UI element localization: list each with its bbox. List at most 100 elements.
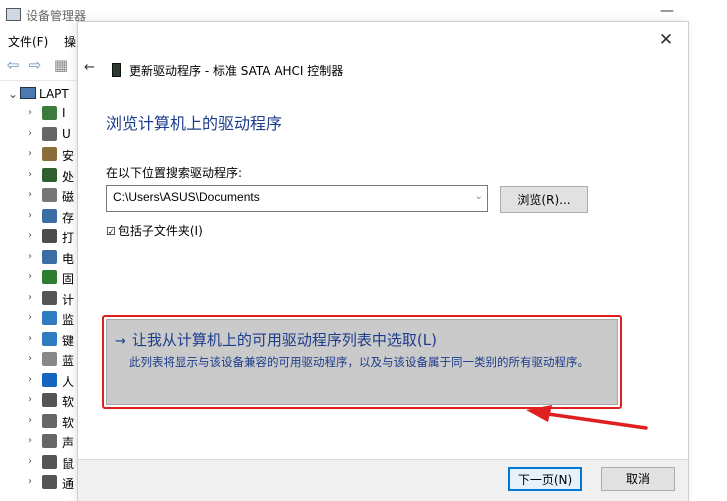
page-title: 浏览计算机上的驱动程序 (106, 114, 283, 133)
device-category-icon (42, 311, 57, 325)
driver-path-field[interactable]: ⌄ (106, 185, 488, 212)
back-arrow-icon[interactable]: ⇦ (4, 57, 22, 73)
tree-item[interactable]: › 固 (28, 268, 80, 288)
device-category-icon (42, 413, 57, 428)
tree-item[interactable]: › 计 (28, 289, 80, 309)
chevron-right-icon[interactable]: › (28, 271, 32, 282)
chevron-right-icon[interactable]: › (28, 415, 32, 426)
chevron-right-icon[interactable]: › (28, 476, 32, 487)
tree-item[interactable]: › 磁 (28, 186, 80, 206)
tree-item[interactable]: › U (28, 125, 80, 145)
driver-path-input[interactable] (111, 189, 465, 205)
menu-action[interactable]: 操 (64, 33, 76, 50)
next-button[interactable]: 下一页(N) (508, 467, 582, 491)
tree-root[interactable]: ⌄ LAPT (8, 87, 69, 101)
device-category-icon (42, 229, 57, 243)
tree-item-label: 声 (62, 436, 75, 450)
tree-item-label: 人 (62, 374, 75, 389)
tree-item[interactable]: › 软 (28, 391, 80, 411)
device-category-icon (42, 126, 57, 141)
pick-from-list-title-text: 让我从计算机上的可用驱动程序列表中选取(L) (131, 331, 437, 349)
device-manager-menubar: 文件(F) 操 (0, 30, 80, 52)
tree-item[interactable]: › 软 (28, 412, 80, 432)
tree-item-label: I (62, 106, 66, 120)
pick-from-list-description: 此列表将显示与该设备兼容的可用驱动程序，以及与该设备属于同一类别的所有驱动程序。 (129, 355, 589, 369)
menu-file[interactable]: 文件(F) (8, 33, 48, 50)
device-category-icon (42, 434, 57, 448)
device-manager-icon (6, 8, 21, 21)
tree-item[interactable]: › 安 (28, 145, 80, 165)
chevron-right-icon[interactable]: › (28, 353, 32, 364)
tree-item[interactable]: › 蓝 (28, 350, 80, 370)
toolbar-view-icon[interactable]: ▦ (52, 57, 70, 73)
annotation-arrow-icon (526, 405, 648, 430)
chevron-down-icon[interactable]: ⌄ (8, 87, 20, 101)
checkbox-checked-icon[interactable]: ☑ (106, 225, 116, 238)
tree-item[interactable]: › 声 (28, 432, 80, 452)
chevron-right-icon[interactable]: › (28, 333, 32, 344)
tree-item-label: 处 (62, 169, 75, 184)
chevron-right-icon[interactable]: › (28, 292, 32, 303)
pick-from-list-title[interactable]: → 让我从计算机上的可用驱动程序列表中选取(L) (115, 329, 437, 350)
tree-item[interactable]: › I (28, 104, 80, 124)
dialog-footer: 下一页(N) 取消 (78, 459, 688, 501)
search-location-label: 在以下位置搜索驱动程序: (106, 166, 243, 180)
device-manager-toolbar: ⇦ ⇨ ▦ (0, 53, 80, 81)
tree-item[interactable]: › 存 (28, 207, 80, 227)
tree-item-label: 软 (62, 395, 75, 409)
device-category-icon (42, 372, 57, 387)
tree-item[interactable]: › 打 (28, 227, 80, 247)
device-category-icon (42, 454, 57, 469)
include-subfolders-checkbox[interactable]: ☑ 包括子文件夹(I) (106, 222, 203, 239)
tree-item-label: U (62, 126, 71, 141)
device-category-icon (42, 188, 57, 202)
chevron-right-icon[interactable]: › (28, 394, 32, 405)
tree-item[interactable]: › 鼠 (28, 453, 80, 473)
tree-root-label: LAPT (39, 87, 69, 101)
chevron-right-icon[interactable]: › (28, 210, 32, 221)
device-category-icon (42, 270, 57, 284)
close-icon[interactable]: ✕ (654, 28, 678, 52)
chevron-right-icon[interactable]: › (28, 230, 32, 241)
chevron-right-icon[interactable]: › (28, 189, 32, 200)
tree-item-label: 电 (62, 251, 75, 266)
device-category-icon (42, 475, 57, 489)
chevron-down-icon[interactable]: ⌄ (475, 191, 483, 202)
device-category-icon (42, 393, 57, 407)
tree-item[interactable]: › 键 (28, 330, 80, 350)
device-category-icon (42, 147, 57, 161)
chevron-right-icon[interactable]: › (28, 169, 32, 180)
computer-icon (20, 87, 36, 99)
tree-item-label: 鼠 (62, 456, 75, 471)
dialog-title: 更新驱动程序 - 标准 SATA AHCI 控制器 (112, 62, 343, 79)
forward-arrow-icon[interactable]: ⇨ (26, 57, 44, 73)
chevron-right-icon[interactable]: › (28, 251, 32, 262)
minimize-icon[interactable]: — (660, 3, 674, 19)
chevron-right-icon[interactable]: › (28, 148, 32, 159)
tree-item-label: 监 (62, 313, 75, 327)
device-category-icon (42, 106, 57, 120)
cancel-button[interactable]: 取消 (601, 467, 675, 491)
tree-item[interactable]: › 电 (28, 248, 80, 268)
chevron-right-icon[interactable]: › (28, 374, 32, 385)
tree-item[interactable]: › 通 (28, 473, 80, 493)
chevron-right-icon[interactable]: › (28, 107, 32, 118)
device-tree: ⌄ LAPT › I › U › 安 › 处 › 磁 › 存 › 打 › 电 › 固 › 计 › 监 › 键 › 蓝 › 人 › 软 › 软 › 声… (0, 82, 80, 500)
back-arrow-icon[interactable]: ← (84, 60, 95, 75)
pick-from-list-option[interactable]: → 让我从计算机上的可用驱动程序列表中选取(L) 此列表将显示与该设备兼容的可用驱… (106, 319, 618, 405)
tree-item[interactable]: › 处 (28, 166, 80, 186)
tree-item[interactable]: › 人 (28, 371, 80, 391)
tree-item-label: 打 (62, 231, 75, 245)
browse-button[interactable]: 浏览(R)... (500, 186, 588, 213)
tree-item-label: 通 (62, 477, 75, 491)
chevron-right-icon[interactable]: › (28, 128, 32, 139)
chevron-right-icon[interactable]: › (28, 435, 32, 446)
device-category-icon (42, 331, 57, 346)
device-category-icon (42, 167, 57, 182)
chevron-right-icon[interactable]: › (28, 456, 32, 467)
tree-item[interactable]: › 监 (28, 309, 80, 329)
tree-item-label: 软 (62, 415, 75, 430)
include-subfolders-label: 包括子文件夹(I) (117, 224, 203, 238)
chevron-right-icon[interactable]: › (28, 312, 32, 323)
arrow-right-icon: → (115, 334, 126, 349)
